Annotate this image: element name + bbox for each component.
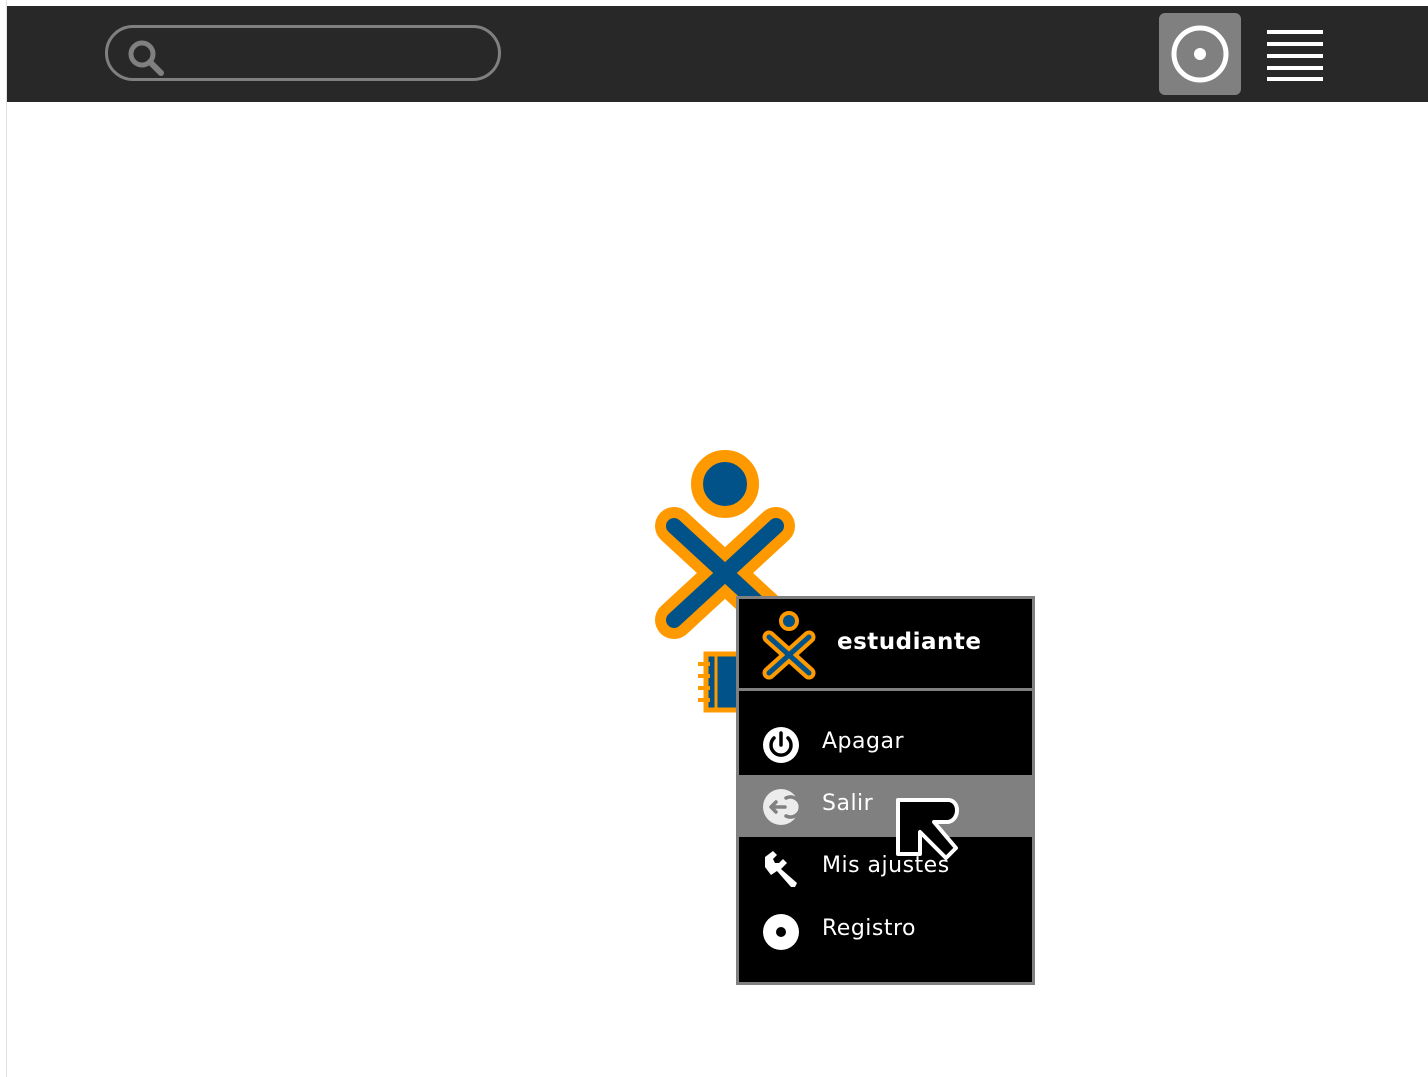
menu-item-label: Apagar — [822, 729, 904, 754]
menu-item-mis-ajustes[interactable]: Mis ajustes — [739, 837, 1032, 899]
wrench-icon — [765, 851, 797, 887]
list-view-icon[interactable] — [1263, 26, 1327, 82]
search-icon — [128, 40, 164, 76]
record-icon — [763, 914, 799, 950]
menu-item-apagar[interactable]: Apagar — [739, 713, 1032, 775]
logout-icon — [763, 789, 801, 825]
menu-item-registro[interactable]: Registro — [739, 900, 1032, 962]
menu-item-label: Salir — [822, 791, 874, 816]
xo-small-icon — [762, 611, 816, 680]
search-input[interactable] — [105, 25, 501, 81]
palette-title: estudiante — [837, 629, 982, 655]
menu-item-label: Registro — [822, 916, 917, 941]
desktop-screen: estudiante Apagar Salir Mis ajustes Regi… — [0, 0, 1428, 1077]
home-view-icon — [1171, 25, 1229, 83]
menu-item-label: Mis ajustes — [822, 853, 950, 878]
buddy-palette: estudiante Apagar Salir Mis ajustes Regi… — [736, 596, 1035, 985]
palette-header: estudiante — [739, 599, 1032, 691]
left-edge — [0, 0, 7, 1077]
power-icon — [763, 727, 799, 763]
home-view-button[interactable] — [1159, 13, 1241, 95]
menu-item-salir[interactable]: Salir — [739, 775, 1032, 837]
top-toolbar — [7, 6, 1428, 102]
